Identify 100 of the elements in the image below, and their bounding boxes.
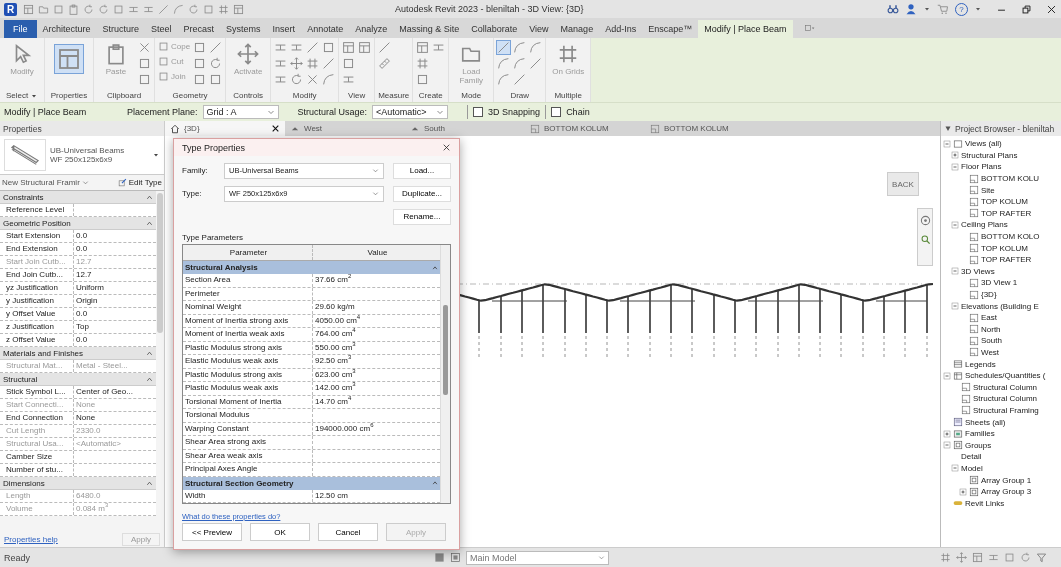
caret-icon[interactable] [974, 5, 982, 13]
tree-item[interactable]: Detail [961, 452, 982, 462]
window-icon[interactable] [233, 3, 244, 15]
tree-item[interactable]: BOTTOM KOLU [981, 174, 1040, 184]
square-icon[interactable] [138, 73, 151, 86]
ribbon-tab[interactable]: Modify | Place Beam [698, 20, 793, 38]
arc-icon[interactable] [497, 57, 511, 70]
ribbon-tab[interactable]: Add-Ins [599, 20, 643, 38]
tree-item[interactable]: Array Group 1 [981, 475, 1032, 485]
move-arrows-icon[interactable] [956, 552, 967, 563]
line-icon[interactable] [209, 41, 223, 54]
property-value[interactable]: 0.0 [74, 308, 156, 320]
square-icon[interactable] [193, 41, 207, 54]
collapse-icon[interactable] [146, 375, 153, 383]
folder-icon[interactable] [38, 3, 49, 15]
dialog-button[interactable]: Duplicate... [393, 185, 451, 202]
tree-item[interactable]: Groups [965, 440, 992, 450]
line-icon[interactable] [378, 41, 392, 54]
tree-item[interactable]: Model [961, 463, 983, 473]
property-value[interactable]: 0.0 [74, 334, 156, 346]
view-cube[interactable]: BACK [887, 172, 919, 196]
beam-icon[interactable] [274, 57, 288, 70]
property-value[interactable]: None [74, 412, 156, 424]
ribbon-tab[interactable]: Enscape™ [642, 20, 699, 38]
rotate-icon[interactable] [98, 3, 109, 15]
tree-item[interactable]: {3D} [981, 290, 997, 299]
collapse-icon[interactable] [146, 193, 153, 201]
pin-icon[interactable] [944, 124, 952, 133]
checkbox[interactable] [551, 107, 562, 117]
table-cell[interactable]: 29.60 kg/m [313, 301, 440, 314]
table-cell[interactable]: 623.00 cm$^{3}$ [313, 368, 440, 381]
tree-item[interactable]: Structural Framing [973, 405, 1039, 415]
square-icon[interactable] [1004, 552, 1015, 563]
scrollbar[interactable] [157, 193, 163, 333]
property-value[interactable]: Origin [74, 295, 156, 307]
line-icon[interactable] [306, 41, 320, 54]
beam-icon[interactable] [274, 41, 288, 54]
table-cell[interactable]: 14.70 cm$^{4}$ [313, 395, 440, 408]
instance-dropdown[interactable]: New Structural Framir [2, 178, 89, 187]
edit-type-button[interactable]: Edit Type [117, 178, 162, 187]
close-icon[interactable] [442, 143, 451, 152]
ribbon-tab[interactable]: Architecture [36, 20, 97, 38]
tree-item[interactable]: Structural Column [973, 394, 1038, 404]
rotate-icon[interactable] [1020, 552, 1031, 563]
tree-item[interactable]: BOTTOM KOLO [981, 232, 1040, 242]
tree-item[interactable]: Array Group 3 [981, 487, 1032, 497]
grid-icon[interactable] [306, 57, 320, 70]
square-icon[interactable] [138, 57, 151, 70]
dropdown-field[interactable]: <Automatic> [372, 105, 449, 119]
workset-dropdown[interactable]: Main Model [466, 550, 609, 565]
tree-item[interactable]: Revit Links [965, 498, 1005, 508]
move-arrows-icon[interactable] [290, 57, 304, 70]
collapse-icon[interactable] [432, 264, 438, 271]
grid-icon[interactable] [416, 57, 430, 70]
ribbon-tab[interactable]: Massing & Site [393, 20, 466, 38]
table-cell[interactable]: 12.50 cm [313, 489, 440, 502]
tree-item[interactable]: South [981, 336, 1002, 346]
x-mark-icon[interactable] [306, 73, 320, 86]
tree-toggle-icon[interactable] [959, 487, 967, 496]
tree-item[interactable]: Elevations (Building E [961, 301, 1039, 311]
tree-item[interactable]: Floor Plans [961, 162, 1002, 172]
tree-toggle-icon[interactable] [951, 163, 959, 171]
collapse-icon[interactable] [432, 480, 438, 486]
tree-item[interactable]: Schedules/Quantities ( [965, 371, 1046, 381]
tree-item[interactable]: Structural Column [973, 382, 1038, 392]
tree-item[interactable]: TOP KOLUM [981, 197, 1028, 207]
beam-icon[interactable] [274, 73, 288, 86]
document-tab[interactable]: BOTTOM KOLUM [525, 121, 645, 136]
line-icon[interactable] [322, 57, 336, 70]
checkbox[interactable] [473, 107, 484, 117]
table-cell[interactable]: 764.00 cm$^{4}$ [313, 328, 440, 341]
beam-icon[interactable] [988, 552, 999, 563]
ribbon-tab[interactable]: Steel [145, 20, 178, 38]
collapse-icon[interactable] [146, 349, 153, 357]
ribbon-tab[interactable]: Collaborate [465, 20, 524, 38]
app-logo[interactable]: R [4, 2, 17, 16]
close-icon[interactable] [271, 124, 280, 133]
square-icon[interactable] [203, 3, 214, 15]
line-icon[interactable] [529, 57, 543, 70]
beam-icon[interactable] [432, 41, 446, 54]
ribbon-tab[interactable]: Insert [266, 20, 302, 38]
tree-item[interactable]: Families [965, 429, 995, 439]
beam-icon[interactable] [342, 73, 356, 86]
x-mark-icon[interactable] [138, 41, 151, 54]
ribbon-tab[interactable]: Annotate [301, 20, 350, 38]
square-icon[interactable] [113, 3, 124, 15]
property-value[interactable]: 12.7 [74, 269, 156, 281]
property-value[interactable]: 0.0 [74, 243, 156, 255]
tree-toggle-icon[interactable] [951, 464, 959, 473]
filter-icon[interactable] [1036, 552, 1047, 563]
scrollbar-thumb[interactable] [443, 305, 448, 395]
tree-item[interactable]: North [981, 324, 1001, 334]
rotate-icon[interactable] [290, 73, 304, 86]
window-icon[interactable] [416, 41, 430, 54]
ruler-icon[interactable] [378, 57, 392, 70]
tree-item[interactable]: TOP KOLUM [981, 243, 1028, 253]
window-icon[interactable] [342, 41, 356, 54]
type-selector[interactable]: UB-Universal Beams WF 250x125x6x9 [0, 136, 164, 175]
table-cell[interactable]: 37.66 cm$^{2}$ [313, 274, 440, 287]
navigation-bar[interactable] [917, 208, 933, 266]
